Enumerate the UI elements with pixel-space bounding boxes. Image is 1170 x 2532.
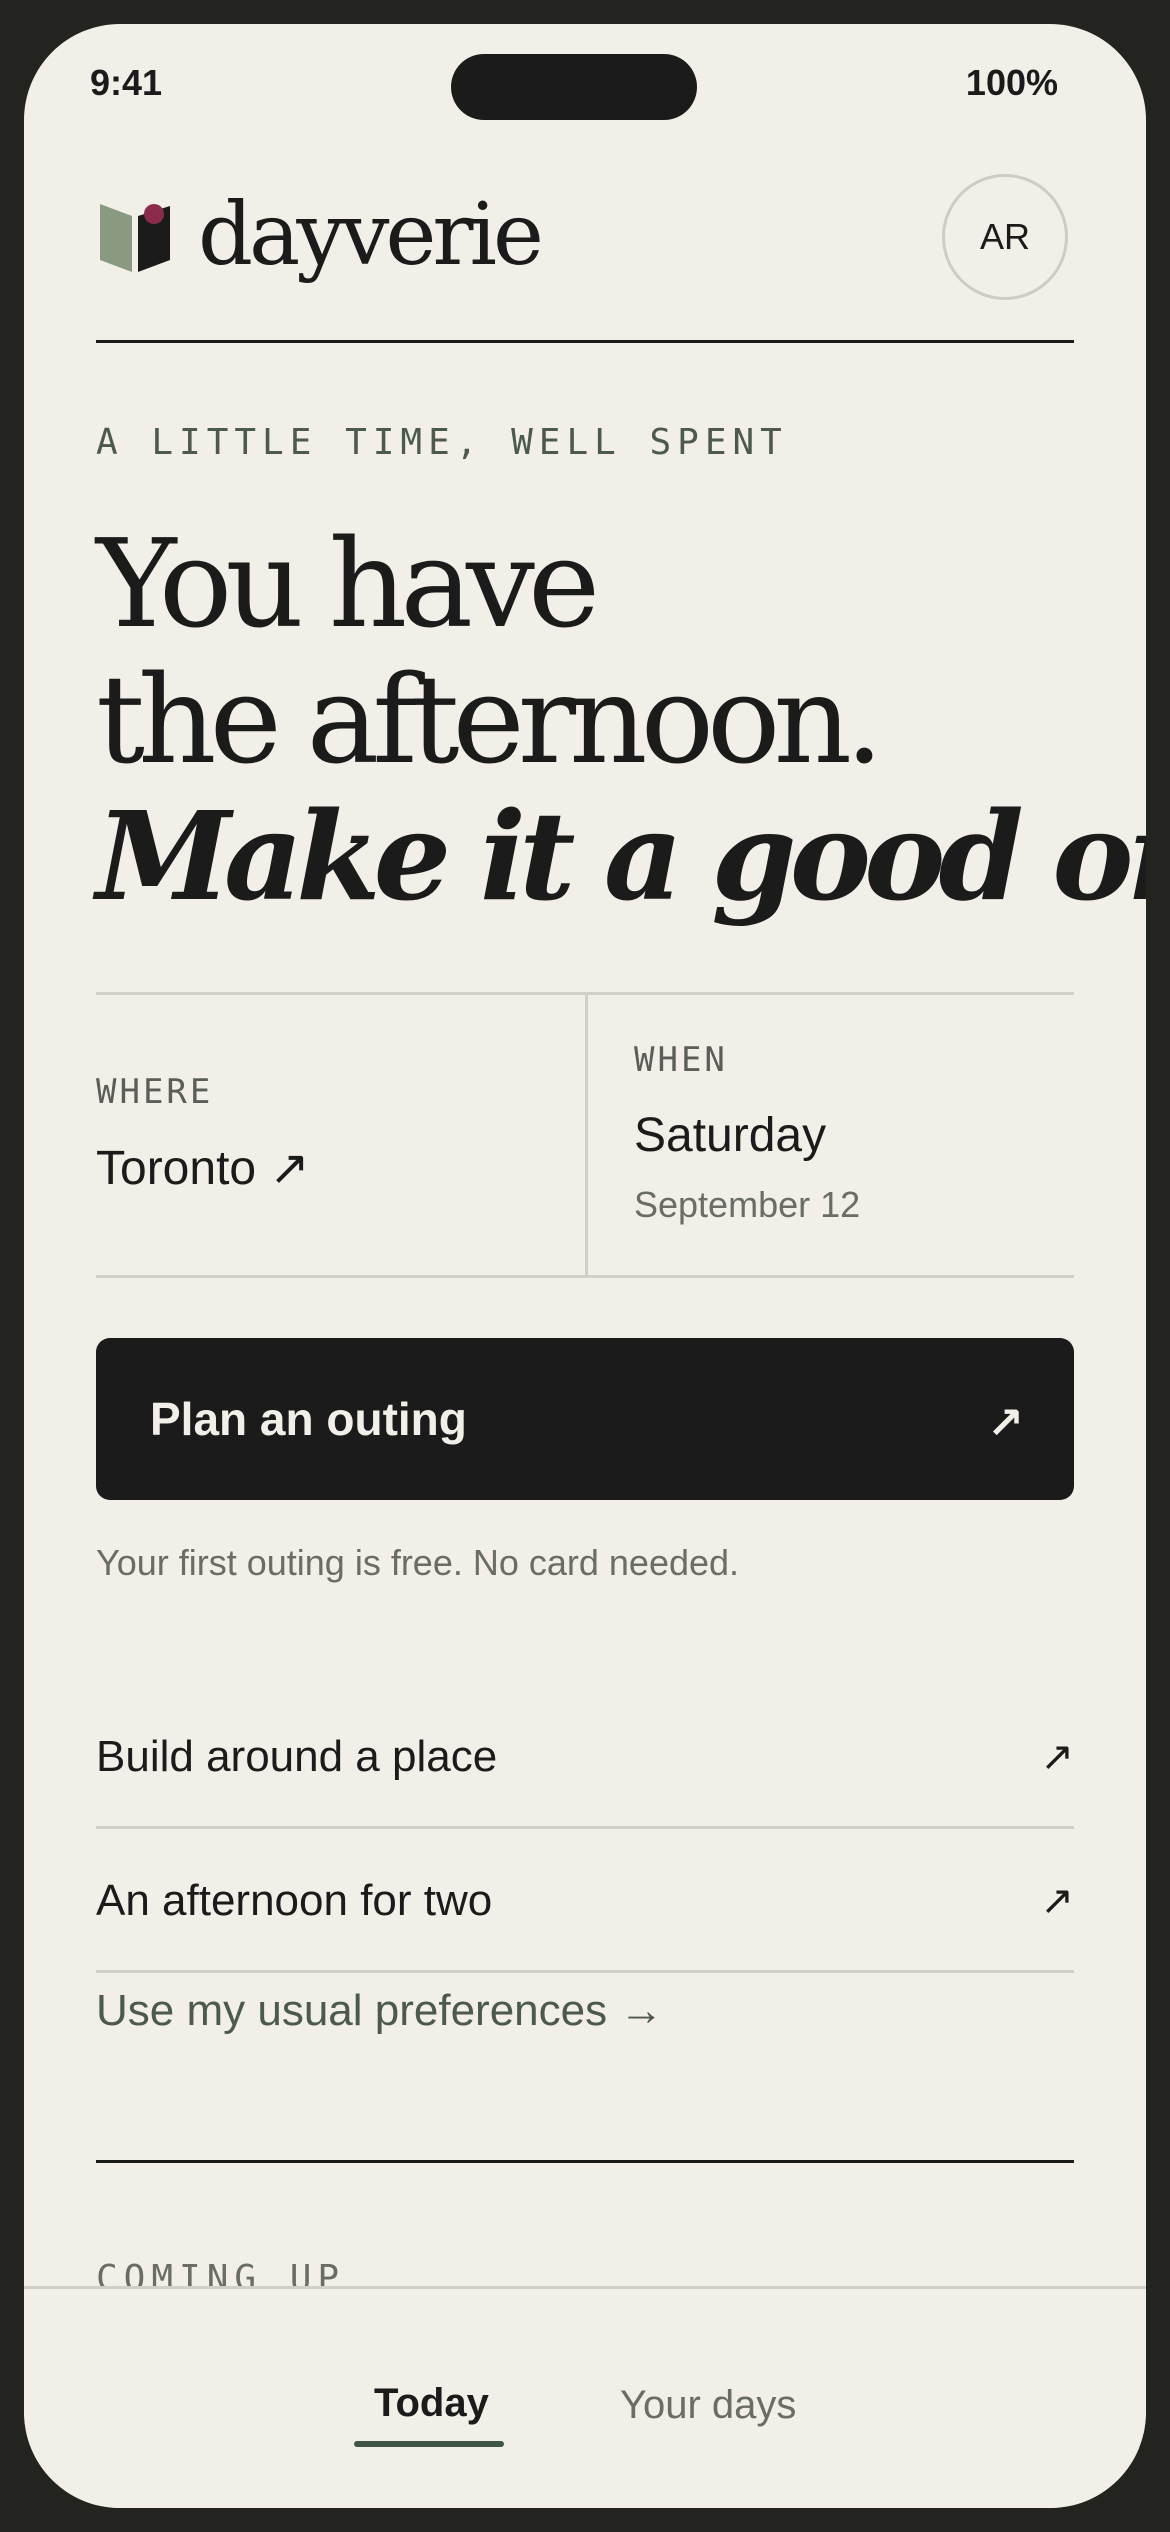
app-screen: 9:41 100% dayverie AR A LITTLE TIME, WEL…	[24, 24, 1146, 2508]
plan-outing-label: Plan an outing	[150, 1393, 467, 1445]
phone-frame: 9:41 100% dayverie AR A LITTLE TIME, WEL…	[0, 0, 1170, 2532]
free-outing-note: Your first outing is free. No card neede…	[96, 1542, 740, 1583]
hero-headline: You have the afternoon. Make it a good o…	[96, 513, 1146, 928]
arrow-up-right-icon: ↗	[1040, 1879, 1074, 1923]
when-date: September 12	[634, 1184, 861, 1225]
tab-active-indicator	[354, 2441, 504, 2447]
details-column-divider	[585, 994, 588, 1278]
when-label: WHEN	[634, 1040, 728, 1080]
hero-eyebrow: A LITTLE TIME, WELL SPENT	[96, 422, 788, 463]
dynamic-island	[451, 54, 697, 120]
book-logo-icon	[100, 204, 170, 272]
when-day[interactable]: Saturday	[634, 1108, 826, 1163]
bottom-tab-bar: Today Your days	[24, 2286, 1146, 2508]
avatar[interactable]: AR	[942, 174, 1068, 300]
option-label: An afternoon for two	[96, 1876, 493, 1925]
where-location-link[interactable]: Toronto ↗	[96, 1140, 310, 1196]
app-logo-wordmark[interactable]: dayverie	[198, 192, 544, 278]
status-battery: 100%	[965, 62, 1058, 103]
headline-line-2: the afternoon.	[96, 649, 884, 791]
details-bottom-divider	[96, 1275, 1074, 1278]
headline-line-1: You have	[96, 513, 600, 655]
option-divider	[96, 1826, 1074, 1829]
tab-today[interactable]: Today	[374, 2381, 489, 2426]
avatar-initials: AR	[979, 216, 1030, 257]
tab-your-days[interactable]: Your days	[620, 2383, 796, 2428]
status-time: 9:41	[90, 62, 163, 103]
option-label: Build around a place	[96, 1732, 498, 1781]
usual-preferences-link[interactable]: Use my usual preferences →	[96, 1986, 663, 2036]
section-divider	[96, 2160, 1074, 2163]
arrow-up-right-icon: ↗	[1040, 1735, 1074, 1779]
where-label: WHERE	[96, 1072, 214, 1112]
plan-outing-button[interactable]: Plan an outing ↗	[96, 1338, 1074, 1500]
arrow-up-right-icon: ↗	[987, 1399, 1024, 1448]
header-divider	[96, 340, 1074, 343]
option-divider	[96, 1970, 1074, 1973]
headline-line-3: Make it a good one.	[96, 784, 1146, 928]
